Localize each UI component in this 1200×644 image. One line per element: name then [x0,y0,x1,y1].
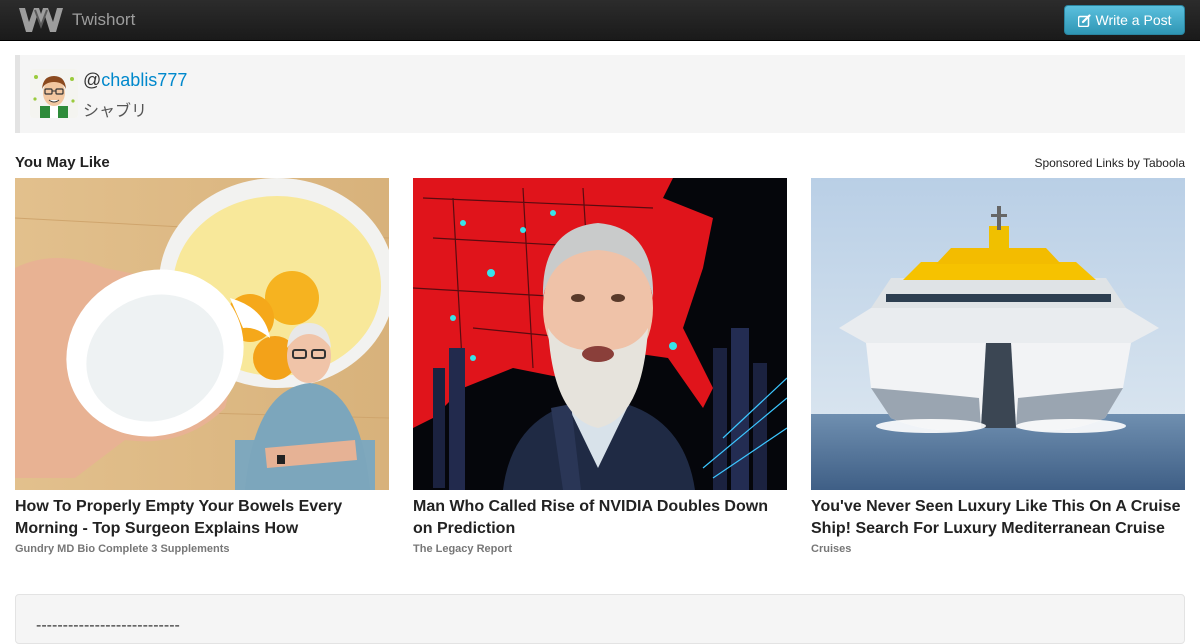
recommendation-card[interactable]: Man Who Called Rise of NVIDIA Doubles Do… [413,178,787,555]
author-handle-link[interactable]: chablis777 [101,70,187,90]
card-source: Gundry MD Bio Complete 3 Supplements [15,543,230,555]
author-box: @chablis777 シャブリ [15,55,1185,133]
recommendation-card[interactable]: How To Properly Empty Your Bowels Every … [15,178,389,555]
top-navbar: Twishort Write a Post [0,0,1200,41]
card-title[interactable]: You've Never Seen Luxury Like This On A … [811,496,1185,540]
sponsored-links-label[interactable]: Sponsored Links by Taboola [1029,156,1185,170]
section-heading: You May Like [15,154,110,171]
card-source: The Legacy Report [413,543,513,555]
card-title[interactable]: How To Properly Empty Your Bowels Every … [15,496,389,540]
brand-link[interactable]: Twishort [18,5,135,35]
card-source: Cruises [811,543,852,555]
author-handle: @chablis777 [83,70,188,90]
card-title[interactable]: Man Who Called Rise of NVIDIA Doubles Do… [413,496,787,540]
twishort-logo-icon [19,8,63,32]
write-post-button[interactable]: Write a Post [1064,5,1185,35]
card-thumbnail[interactable] [413,178,787,490]
card-thumbnail[interactable] [15,178,389,490]
write-post-label: Write a Post [1095,12,1172,28]
post-text: --------------------------- [36,617,180,634]
avatar[interactable] [30,69,78,118]
recommendation-card[interactable]: You've Never Seen Luxury Like This On A … [811,178,1185,555]
author-nickname: シャブリ [83,103,148,120]
card-thumbnail[interactable] [811,178,1185,490]
post-body: --------------------------- [15,594,1185,644]
brand-name: Twishort [72,10,136,29]
edit-icon [1077,13,1091,27]
